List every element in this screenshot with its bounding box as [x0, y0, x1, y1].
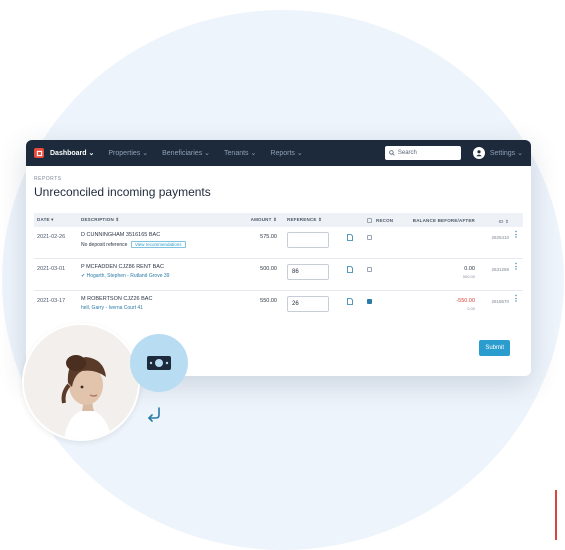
- header-recon[interactable]: RECON: [367, 217, 403, 223]
- row-amount: 500.00: [260, 266, 277, 272]
- row-date: 2021-02-26: [37, 234, 66, 240]
- row-id: 2631269: [491, 267, 509, 272]
- row-date: 2021-03-01: [37, 266, 66, 272]
- settings-menu[interactable]: Settings ⌄: [490, 149, 523, 157]
- kebab-menu-icon[interactable]: ⋮: [509, 295, 523, 303]
- payment-description: P MCFADDEN CJZ86 RENT BAC: [81, 264, 164, 270]
- recon-checkbox[interactable]: [367, 235, 372, 240]
- money-icon: [130, 334, 188, 392]
- balance-before: [403, 232, 475, 234]
- row-id: 2625410: [491, 235, 509, 240]
- payment-description: D CUNNINGHAM 3516165 BAC: [81, 232, 161, 238]
- document-icon[interactable]: [347, 232, 367, 243]
- balance-after: 0.00: [467, 306, 475, 311]
- header-reference[interactable]: REFERENCE ⇕: [277, 217, 347, 223]
- row-date: 2021-03-17: [37, 298, 66, 304]
- kebab-menu-icon[interactable]: ⋮: [509, 263, 523, 271]
- reference-input[interactable]: 26: [287, 296, 329, 312]
- deposit-note: No deposit reference: [81, 242, 128, 248]
- balance-after: 500.00: [462, 274, 475, 279]
- avatar-photo: [22, 323, 140, 441]
- main-content: REPORTS Unreconciled incoming payments D…: [26, 166, 531, 323]
- row-description: D CUNNINGHAM 3516165 BAC No deposit refe…: [81, 232, 239, 248]
- search-icon: [389, 150, 395, 156]
- table-row: 2021-02-26 D CUNNINGHAM 3516165 BAC No d…: [34, 227, 523, 259]
- select-all-checkbox[interactable]: [367, 217, 372, 223]
- table-header: DATE ▾ DESCRIPTION ⇕ AMOUNT ⇕ REFERENCE …: [34, 213, 523, 227]
- recon-checkbox[interactable]: [367, 267, 372, 272]
- matched-tenant-link[interactable]: hell, Garry - Iverna Court 41: [81, 305, 143, 311]
- document-icon[interactable]: [347, 296, 367, 307]
- row-amount: 575.00: [260, 234, 277, 240]
- logo-icon[interactable]: [34, 148, 44, 158]
- table-row: 2021-03-01 P MCFADDEN CJZ86 RENT BAC ✓ H…: [34, 259, 523, 291]
- accent-line: [555, 490, 557, 540]
- check-icon: ✓: [81, 273, 86, 279]
- nav-item-dashboard[interactable]: Dashboard ⌄: [50, 149, 94, 157]
- nav-item-properties[interactable]: Properties ⌄: [108, 149, 148, 157]
- matched-tenant-link[interactable]: Hogarth, Stephen - Rutland Grove 39: [87, 273, 170, 279]
- nav-item-reports[interactable]: Reports ⌄: [270, 149, 302, 157]
- kebab-menu-icon[interactable]: ⋮: [509, 231, 523, 239]
- nav-item-beneficiaries[interactable]: Beneficiaries ⌄: [162, 149, 210, 157]
- balance-before: -550.00: [456, 298, 475, 304]
- header-date[interactable]: DATE ▾: [34, 217, 81, 223]
- payment-description: M ROBERTSON CJZ26 BAC: [81, 296, 153, 302]
- reference-input[interactable]: [287, 232, 329, 248]
- row-description: P MCFADDEN CJZ86 RENT BAC ✓ Hogarth, Ste…: [81, 264, 239, 279]
- top-nav: Dashboard ⌄ Properties ⌄ Beneficiaries ⌄…: [26, 140, 531, 166]
- recon-checkbox[interactable]: [367, 299, 372, 304]
- nav-item-tenants[interactable]: Tenants ⌄: [224, 149, 256, 157]
- balance-before: 0.00: [464, 266, 475, 272]
- row-amount: 550.00: [260, 298, 277, 304]
- row-id: 2618670: [491, 299, 509, 304]
- user-icon[interactable]: [472, 147, 485, 159]
- page-title: Unreconciled incoming payments: [34, 185, 211, 199]
- row-description: M ROBERTSON CJZ26 BAC hell, Garry - Iver…: [81, 296, 239, 311]
- header-balance: BALANCE BEFORE/AFTER: [412, 217, 475, 223]
- submit-button[interactable]: Submit: [479, 340, 510, 356]
- document-icon[interactable]: [347, 264, 367, 275]
- reference-input[interactable]: 86: [287, 264, 329, 280]
- search-input[interactable]: Search: [384, 146, 461, 160]
- return-arrow-icon: [148, 407, 160, 422]
- header-id[interactable]: ID ⇕: [475, 216, 509, 225]
- breadcrumb: REPORTS: [34, 176, 62, 182]
- view-recommendations-button[interactable]: View recommendations: [130, 241, 186, 248]
- header-description[interactable]: DESCRIPTION ⇕: [81, 217, 239, 223]
- table-row: 2021-03-17 M ROBERTSON CJZ26 BAC hell, G…: [34, 291, 523, 323]
- header-amount[interactable]: AMOUNT ⇕: [239, 217, 277, 223]
